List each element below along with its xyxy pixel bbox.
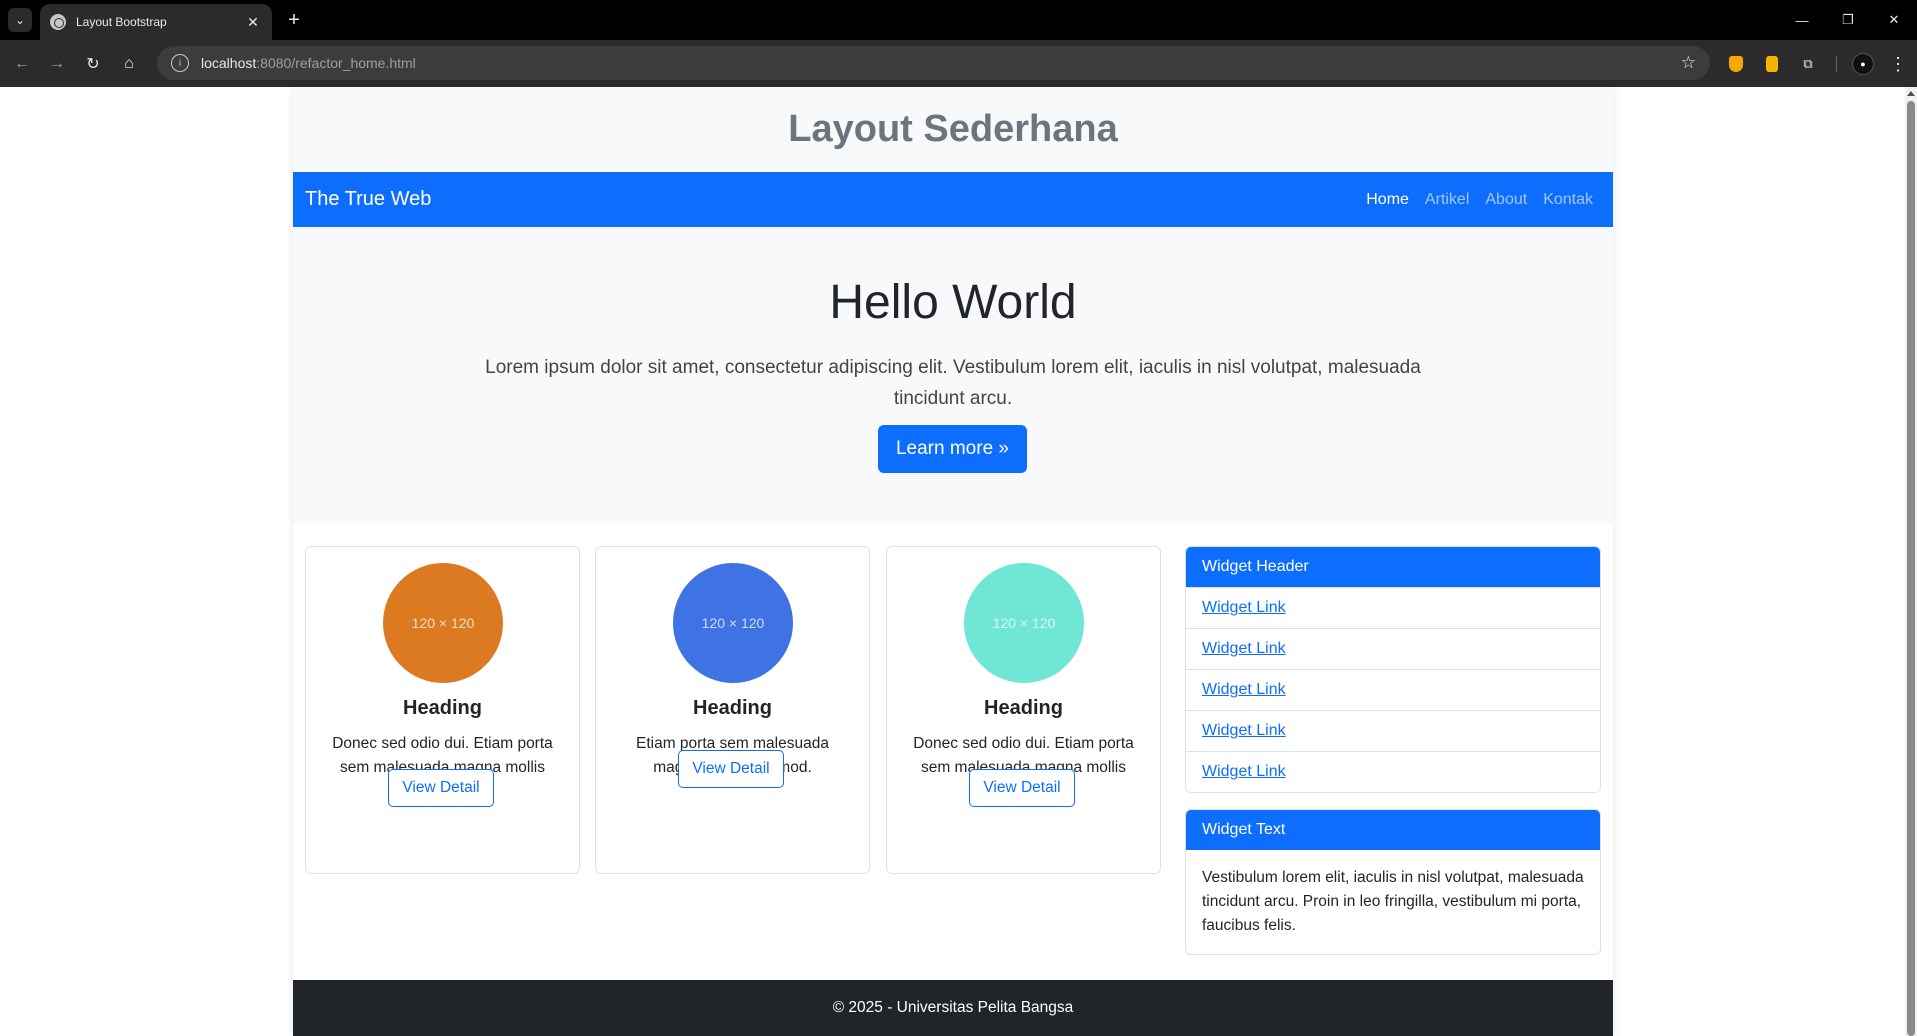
learn-more-button[interactable]: Learn more »	[878, 425, 1027, 473]
widget-text-header: Widget Text	[1186, 810, 1600, 850]
tab-title: Layout Bootstrap	[76, 15, 167, 29]
toolbar-divider	[1836, 56, 1837, 72]
widget-link[interactable]: Widget Link	[1202, 599, 1286, 617]
minimize-button[interactable]: —	[1779, 0, 1825, 40]
nav-item-home[interactable]: Home	[1358, 191, 1417, 209]
site-info-icon[interactable]: i	[171, 54, 189, 72]
nav-item-artikel[interactable]: Artikel	[1417, 191, 1477, 209]
widget-links: Widget Header Widget Link Widget Link Wi…	[1185, 546, 1601, 793]
nav-item-about[interactable]: About	[1477, 191, 1535, 209]
extensions-puzzle-icon[interactable]: ⧉	[1798, 54, 1818, 74]
reload-button[interactable]: ↻	[81, 52, 105, 76]
home-button[interactable]: ⌂	[117, 52, 141, 76]
placeholder-image: 120 × 120	[673, 563, 793, 683]
browser-toolbar: ← → ↻ ⌂ i localhost:8080/refactor_home.h…	[0, 40, 1917, 87]
card-heading: Heading	[984, 697, 1063, 719]
shield-extension-icon[interactable]	[1726, 54, 1746, 74]
address-bar[interactable]: i localhost:8080/refactor_home.html ☆	[157, 46, 1710, 80]
list-item: Widget Link	[1186, 751, 1600, 792]
window-controls: — ❐ ✕	[1779, 0, 1917, 40]
browser-menu-icon[interactable]: ⋮	[1886, 52, 1910, 76]
feature-card: 120 × 120 Heading Donec sed odio dui. Et…	[305, 546, 580, 874]
scroll-up-arrow-icon[interactable]	[1907, 91, 1915, 96]
database-extension-icon[interactable]	[1762, 54, 1782, 74]
nav-links: Home Artikel About Kontak	[1358, 191, 1601, 209]
browser-tab-bar: ⌄ Layout Bootstrap ✕ + — ❐ ✕	[0, 0, 1917, 40]
navbar: The True Web Home Artikel About Kontak	[293, 172, 1613, 227]
list-item: Widget Link	[1186, 587, 1600, 628]
widget-link[interactable]: Widget Link	[1202, 681, 1286, 699]
hero-section: Hello World Lorem ipsum dolor sit amet, …	[293, 227, 1613, 524]
widget-link[interactable]: Widget Link	[1202, 640, 1286, 658]
navbar-brand[interactable]: The True Web	[305, 188, 431, 211]
placeholder-image: 120 × 120	[383, 563, 503, 683]
site-footer: © 2025 - Universitas Pelita Bangsa	[293, 980, 1613, 1036]
profile-avatar[interactable]: ●	[1852, 53, 1874, 75]
feature-card: 120 × 120 Heading Etiam porta sem malesu…	[595, 546, 870, 874]
placeholder-image: 120 × 120	[964, 563, 1084, 683]
list-item: Widget Link	[1186, 710, 1600, 751]
view-detail-button[interactable]: View Detail	[969, 769, 1075, 807]
page-viewport: Layout Sederhana The True Web Home Artik…	[0, 87, 1917, 1036]
site-header: Layout Sederhana	[293, 87, 1613, 172]
list-item: Widget Link	[1186, 628, 1600, 669]
footer-text: © 2025 - Universitas Pelita Bangsa	[832, 999, 1074, 1016]
new-tab-button[interactable]: +	[282, 8, 306, 32]
tab-search-button[interactable]: ⌄	[8, 8, 32, 32]
browser-tab[interactable]: Layout Bootstrap ✕	[40, 4, 272, 40]
vertical-scrollbar[interactable]	[1905, 87, 1917, 1036]
view-detail-button[interactable]: View Detail	[388, 769, 494, 807]
nav-item-kontak[interactable]: Kontak	[1535, 191, 1601, 209]
widget-text: Widget Text Vestibulum lorem elit, iacul…	[1185, 809, 1601, 955]
widget-text-body: Vestibulum lorem elit, iaculis in nisl v…	[1202, 869, 1584, 934]
card-heading: Heading	[693, 697, 772, 719]
widget-header: Widget Header	[1186, 547, 1600, 587]
forward-button[interactable]: →	[45, 52, 69, 76]
globe-icon	[50, 14, 66, 30]
card-heading: Heading	[403, 697, 482, 719]
bookmark-star-icon[interactable]: ☆	[1681, 53, 1696, 73]
page-container: Layout Sederhana The True Web Home Artik…	[293, 87, 1613, 1036]
list-item: Widget Link	[1186, 669, 1600, 710]
widget-link[interactable]: Widget Link	[1202, 722, 1286, 740]
close-tab-icon[interactable]: ✕	[244, 14, 262, 31]
back-button[interactable]: ←	[10, 52, 34, 76]
url-text[interactable]: localhost:8080/refactor_home.html	[201, 55, 1681, 71]
scrollbar-thumb[interactable]	[1907, 101, 1915, 1036]
feature-card: 120 × 120 Heading Donec sed odio dui. Et…	[886, 546, 1161, 874]
hero-lead: Lorem ipsum dolor sit amet, consectetur …	[485, 357, 1421, 409]
close-window-button[interactable]: ✕	[1871, 0, 1917, 40]
widget-link[interactable]: Widget Link	[1202, 763, 1286, 781]
view-detail-button[interactable]: View Detail	[678, 750, 784, 788]
hero-title: Hello World	[829, 276, 1077, 329]
restore-button[interactable]: ❐	[1825, 0, 1871, 40]
site-title: Layout Sederhana	[788, 108, 1118, 150]
